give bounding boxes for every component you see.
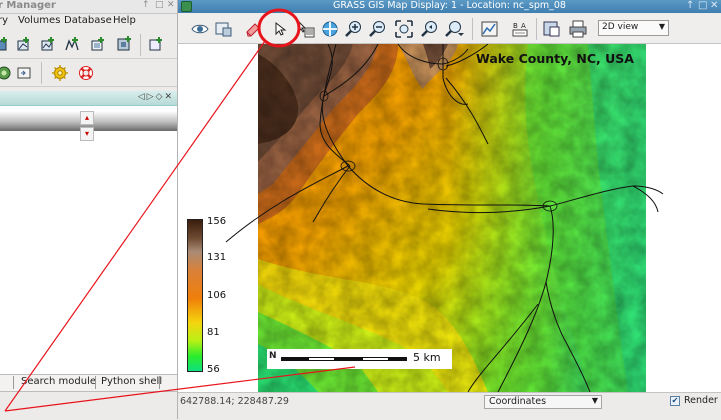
add-overlay-icon[interactable] — [90, 36, 106, 52]
layers-panel-header: ◁▷◇✕ — [0, 91, 177, 106]
add-vector-icon[interactable] — [16, 36, 32, 52]
import-icon[interactable] — [116, 36, 132, 52]
map-statusbar: 642788.14; 228487.29 Coordinates ▼ ✔ Ren… — [178, 392, 721, 420]
display-eye-icon[interactable] — [190, 19, 210, 39]
zoom-out-icon[interactable] — [368, 19, 388, 39]
layer-tree[interactable]: ▴ ▾ — [0, 106, 177, 374]
analyze-icon[interactable] — [480, 19, 500, 39]
toolbar-separator — [472, 18, 473, 40]
legend-color-ramp — [187, 219, 203, 372]
print-icon[interactable] — [568, 19, 588, 39]
map-display-title: GRASS GIS Map Display: 1 - Location: nc_… — [333, 0, 566, 11]
tab-python-shell[interactable]: Python shell — [101, 376, 162, 387]
zoom-back-icon[interactable] — [420, 19, 440, 39]
query-icon[interactable] — [296, 19, 316, 39]
scale-bar: N 5 km — [267, 349, 452, 369]
launch-script-icon[interactable] — [16, 65, 32, 81]
scale-segment — [362, 357, 389, 361]
settings-gear-icon[interactable] — [52, 65, 68, 81]
map-display-titlebar: GRASS GIS Map Display: 1 - Location: nc_… — [178, 0, 721, 13]
opacity-spin-down[interactable]: ▾ — [80, 127, 94, 141]
restore-icon[interactable]: □ — [155, 0, 164, 10]
roads-vector — [225, 44, 664, 392]
chevron-down-icon: ▼ — [591, 396, 598, 405]
layer-manager-titlebar: r Manager ↑ □ ✕ — [0, 0, 177, 14]
zoom-menu-icon[interactable] — [444, 19, 464, 39]
panel-controls[interactable]: ◁▷◇✕ — [138, 92, 174, 102]
legend-label: 81 — [207, 327, 220, 338]
layer-manager-toolbar-2 — [0, 60, 177, 87]
menu-database[interactable]: Database — [64, 15, 112, 26]
tab-separator — [13, 376, 14, 389]
scale-segment — [308, 357, 335, 361]
svg-text:B: B — [513, 22, 518, 30]
toolbar-separator — [41, 62, 42, 84]
layer-manager-tabs: Search module Python shell — [0, 374, 177, 392]
close-icon[interactable]: ✕ — [167, 0, 175, 10]
map-canvas[interactable]: Wake County, NC, USA 156 131 106 81 56 N… — [178, 44, 721, 392]
erase-icon[interactable] — [242, 19, 262, 39]
map-display-window: GRASS GIS Map Display: 1 - Location: nc_… — [178, 0, 721, 420]
menu-volumes[interactable]: Volumes — [18, 15, 60, 26]
tab-separator — [159, 376, 160, 389]
zoom-extent-icon[interactable] — [394, 19, 414, 39]
tab-search-module[interactable]: Search module — [21, 376, 96, 387]
pin-icon[interactable]: ↑ — [142, 0, 150, 10]
legend-label-max: 156 — [207, 216, 227, 227]
map-title: Wake County, NC, USA — [476, 51, 634, 66]
menu-query[interactable]: ry — [0, 15, 8, 26]
pin-icon[interactable]: ↑ — [686, 0, 694, 11]
scale-segment — [389, 357, 407, 361]
scale-segment — [281, 357, 308, 361]
layer-manager-menubar: ry Volumes Database Help — [0, 14, 177, 28]
save-image-icon[interactable] — [542, 19, 562, 39]
toolbar-separator — [536, 18, 537, 40]
coordinates-readout: 642788.14; 228487.29 — [180, 396, 289, 407]
legend-label: 106 — [207, 290, 227, 301]
legend-text-icon[interactable]: BA — [510, 19, 530, 39]
render-label: Render — [684, 395, 718, 406]
north-arrow-icon: N — [269, 351, 277, 361]
legend-label-min: 56 — [207, 364, 220, 375]
restore-icon[interactable]: □ — [698, 0, 707, 11]
layer-manager-toolbar — [0, 30, 177, 59]
render-checkbox[interactable]: ✔ Render — [670, 395, 720, 409]
statusbar-mode-select[interactable]: Coordinates ▼ — [484, 395, 602, 409]
add-group-icon[interactable] — [64, 36, 80, 52]
elevation-legend: 156 131 106 81 56 — [187, 216, 247, 379]
opacity-spin-up[interactable]: ▴ — [80, 111, 94, 125]
checkmark-icon: ✔ — [670, 396, 680, 406]
add-raster-icon[interactable] — [0, 36, 10, 52]
view-mode-value: 2D view — [602, 22, 639, 32]
add-overlay-icon-2[interactable] — [148, 36, 164, 52]
svg-text:A: A — [521, 22, 526, 30]
pointer-icon[interactable] — [270, 19, 290, 39]
layer-manager-title: r Manager — [0, 0, 56, 11]
zoom-in-icon[interactable] — [344, 19, 364, 39]
close-icon[interactable]: ✕ — [710, 0, 718, 11]
statusbar-mode-value: Coordinates — [489, 396, 547, 407]
map-toolbar: BA 2D view ▼ — [178, 14, 721, 44]
menu-help[interactable]: Help — [113, 15, 136, 26]
pan-icon[interactable] — [320, 19, 340, 39]
layer-manager-window: r Manager ↑ □ ✕ ry Volumes Database Help… — [0, 0, 178, 419]
tab-separator — [95, 376, 96, 389]
add-multiple-vector-icon[interactable] — [40, 36, 56, 52]
legend-label: 131 — [207, 252, 227, 263]
view-mode-select[interactable]: 2D view ▼ — [598, 20, 669, 36]
scale-segment — [335, 357, 362, 361]
chevron-down-icon: ▼ — [658, 22, 665, 31]
toolbar-separator — [140, 34, 141, 56]
scale-distance-label: 5 km — [413, 351, 441, 364]
georectify-icon[interactable] — [0, 65, 12, 81]
help-lifebuoy-icon[interactable] — [78, 65, 94, 81]
render-icon[interactable] — [214, 19, 234, 39]
